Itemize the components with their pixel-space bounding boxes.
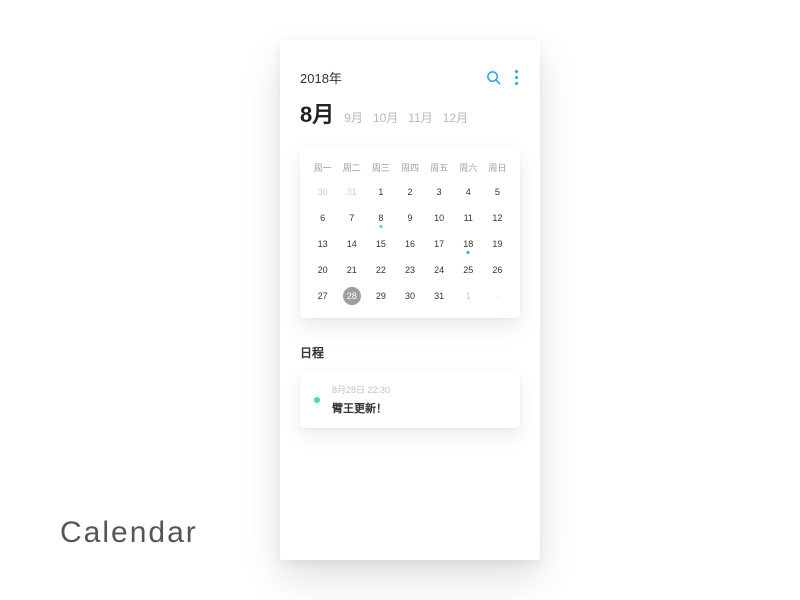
day-cell[interactable]: 16 xyxy=(395,234,424,254)
brand-wordmark: Calendar xyxy=(60,516,198,550)
calendar-card: 周一周二周三周四周五周六周日 3031123456789101112131415… xyxy=(300,147,520,318)
weekday-label: 周日 xyxy=(483,161,512,182)
day-cell[interactable]: 1 xyxy=(366,182,395,202)
search-icon[interactable] xyxy=(486,70,501,85)
phone-frame: 2018年 8月 9月 10月 11月 12月 周一周二周三周四周五周六周日 3… xyxy=(280,40,540,560)
event-dot-icon xyxy=(314,397,320,403)
weekday-label: 周二 xyxy=(337,161,366,182)
day-cell[interactable]: 5 xyxy=(483,182,512,202)
day-cell[interactable]: 25 xyxy=(454,260,483,280)
day-cell[interactable]: 8 xyxy=(366,208,395,228)
month-tab-current[interactable]: 8月 xyxy=(300,97,334,129)
day-cell[interactable]: 30 xyxy=(308,182,337,202)
day-cell[interactable]: 11 xyxy=(454,208,483,228)
day-cell[interactable]: 28 xyxy=(337,286,366,306)
day-cell[interactable]: 19 xyxy=(483,234,512,254)
weekday-label: 周四 xyxy=(395,161,424,182)
header-actions xyxy=(486,70,520,85)
event-body: 8月28日 22:30 臂王更新！ xyxy=(332,383,390,416)
day-cell[interactable]: 30 xyxy=(395,286,424,306)
event-meta: 8月28日 22:30 xyxy=(332,383,390,396)
weekday-label: 周五 xyxy=(425,161,454,182)
month-tab[interactable]: 11月 xyxy=(408,109,432,126)
day-cell[interactable]: 15 xyxy=(366,234,395,254)
day-cell[interactable]: 23 xyxy=(395,260,424,280)
weekday-row: 周一周二周三周四周五周六周日 xyxy=(308,161,512,182)
day-cell[interactable]: 3 xyxy=(425,182,454,202)
day-cell[interactable]: 27 xyxy=(308,286,337,306)
day-cell[interactable]: 12 xyxy=(483,208,512,228)
weekday-label: 周三 xyxy=(366,161,395,182)
header: 2018年 xyxy=(300,68,520,87)
day-cell[interactable]: · xyxy=(483,286,512,306)
month-tab[interactable]: 9月 xyxy=(344,109,363,126)
weekday-label: 周六 xyxy=(454,161,483,182)
day-cell[interactable]: 26 xyxy=(483,260,512,280)
day-cell[interactable]: 9 xyxy=(395,208,424,228)
day-cell[interactable]: 17 xyxy=(425,234,454,254)
day-grid: 3031123456789101112131415161718192021222… xyxy=(308,182,512,306)
more-icon[interactable] xyxy=(513,70,520,85)
month-tab[interactable]: 10月 xyxy=(373,109,398,126)
month-tabs: 8月 9月 10月 11月 12月 xyxy=(300,97,520,129)
day-cell[interactable]: 2 xyxy=(395,182,424,202)
day-cell[interactable]: 18 xyxy=(454,234,483,254)
event-title: 臂王更新！ xyxy=(332,400,390,416)
day-cell[interactable]: 24 xyxy=(425,260,454,280)
day-cell[interactable]: 29 xyxy=(366,286,395,306)
day-cell[interactable]: 31 xyxy=(425,286,454,306)
schedule-heading: 日程 xyxy=(300,344,520,361)
day-cell[interactable]: 21 xyxy=(337,260,366,280)
day-cell[interactable]: 10 xyxy=(425,208,454,228)
day-cell[interactable]: 22 xyxy=(366,260,395,280)
month-tab[interactable]: 12月 xyxy=(443,109,468,126)
event-card[interactable]: 8月28日 22:30 臂王更新！ xyxy=(300,371,520,428)
day-cell[interactable]: 20 xyxy=(308,260,337,280)
day-cell[interactable]: 13 xyxy=(308,234,337,254)
day-cell[interactable]: 31 xyxy=(337,182,366,202)
year-label: 2018年 xyxy=(300,68,342,87)
day-cell[interactable]: 6 xyxy=(308,208,337,228)
weekday-label: 周一 xyxy=(308,161,337,182)
day-cell[interactable]: 14 xyxy=(337,234,366,254)
day-cell[interactable]: 4 xyxy=(454,182,483,202)
day-cell[interactable]: 7 xyxy=(337,208,366,228)
day-cell[interactable]: 1 xyxy=(454,286,483,306)
